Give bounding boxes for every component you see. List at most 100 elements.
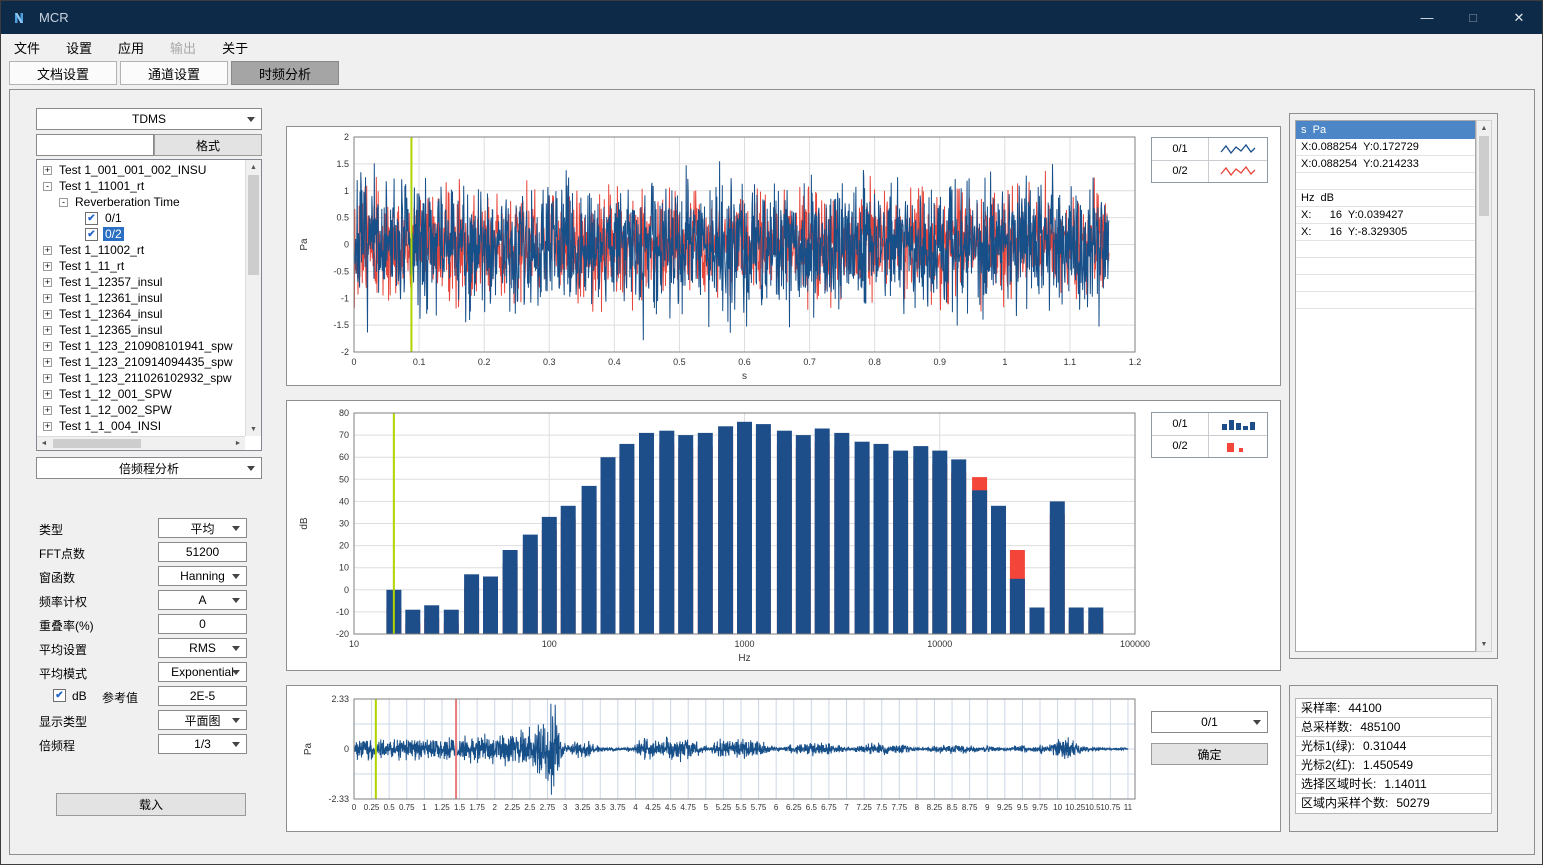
tree-item[interactable]: +Test 1_12361_insul: [37, 290, 245, 306]
readout-row[interactable]: [1296, 258, 1475, 275]
confirm-button[interactable]: 确定: [1151, 743, 1268, 765]
select-display-type[interactable]: 平面图: [158, 710, 247, 730]
load-button[interactable]: 载入: [56, 793, 246, 816]
svg-text:2: 2: [492, 803, 497, 812]
svg-text:2.5: 2.5: [524, 803, 536, 812]
tree-item[interactable]: +Test 1_001_001_002_INSU: [37, 162, 245, 178]
select-average-mode[interactable]: Exponential: [158, 662, 247, 682]
select-window-function[interactable]: Hanning: [158, 566, 247, 586]
tree-item-label: Test 1_123_210914094435_spw: [57, 355, 234, 369]
readout-row[interactable]: Hz dB: [1296, 190, 1475, 207]
tree-expander-icon[interactable]: +: [43, 278, 52, 287]
readout-row[interactable]: X:0.088254 Y:0.172729: [1296, 139, 1475, 156]
tree-item[interactable]: +Test 1_123_211026102932_spw: [37, 370, 245, 386]
checkbox[interactable]: ✔: [85, 228, 98, 241]
db-checkbox[interactable]: ✔: [53, 689, 66, 702]
tree-vertical-scrollbar[interactable]: ▲ ▼: [245, 160, 261, 436]
tree-expander-icon[interactable]: +: [43, 374, 52, 383]
tree-filter-input[interactable]: [36, 134, 154, 156]
readout-row[interactable]: X: 16 Y:0.039427: [1296, 207, 1475, 224]
readout-row[interactable]: X:0.088254 Y:0.214233: [1296, 156, 1475, 173]
readout-row[interactable]: X: 16 Y:-8.329305: [1296, 224, 1475, 241]
checkbox[interactable]: ✔: [85, 212, 98, 225]
tree-expander-icon[interactable]: -: [43, 182, 52, 191]
tree-item[interactable]: ✔0/2: [37, 226, 245, 242]
menu-item-file[interactable]: 文件: [1, 34, 53, 60]
scrollbar-thumb[interactable]: [53, 439, 141, 448]
tree-expander-icon[interactable]: +: [43, 390, 52, 399]
svg-text:-20: -20: [336, 629, 349, 639]
readout-row[interactable]: [1296, 173, 1475, 190]
tree-item[interactable]: ✔0/1: [37, 210, 245, 226]
svg-text:-2.33: -2.33: [328, 794, 349, 804]
tab-channel-settings[interactable]: 通道设置: [120, 61, 228, 85]
form-label: 频率计权: [39, 593, 87, 610]
tree-expander-icon[interactable]: +: [43, 422, 52, 431]
scroll-down-icon[interactable]: ▼: [1477, 637, 1491, 651]
tree-expander-icon[interactable]: +: [43, 406, 52, 415]
tree-expander-icon[interactable]: +: [43, 326, 52, 335]
select-frequency-weighting[interactable]: A: [158, 590, 247, 610]
tree-expander-icon[interactable]: -: [59, 198, 68, 207]
menu-item-apply[interactable]: 应用: [105, 34, 157, 60]
scroll-up-icon[interactable]: ▲: [1477, 121, 1491, 135]
maximize-button[interactable]: □: [1450, 1, 1496, 34]
tree-expander-icon[interactable]: +: [43, 294, 52, 303]
tree-item[interactable]: +Test 1_12_001_SPW: [37, 386, 245, 402]
readout-header[interactable]: s Pa: [1296, 121, 1475, 139]
tree-item[interactable]: -Test 1_11001_rt: [37, 178, 245, 194]
tree-item[interactable]: +Test 1_11002_rt: [37, 242, 245, 258]
tree-item[interactable]: +Test 1_1_004_INSI: [37, 418, 245, 434]
readout-row[interactable]: [1296, 292, 1475, 309]
analysis-type-select[interactable]: 倍频程分析: [36, 457, 262, 479]
menu-item-settings[interactable]: 设置: [53, 34, 105, 60]
format-button[interactable]: 格式: [154, 134, 262, 156]
tree-item[interactable]: +Test 1_12_002_SPW: [37, 402, 245, 418]
tab-document-settings[interactable]: 文档设置: [9, 61, 117, 85]
scrollbar-thumb[interactable]: [1479, 136, 1489, 216]
scroll-left-icon[interactable]: ◄: [37, 437, 51, 450]
tree-item[interactable]: +Test 1_123_210908101941_spw: [37, 338, 245, 354]
tree-item[interactable]: +Test 1_12364_insul: [37, 306, 245, 322]
tree-item[interactable]: +Test 1_12365_insul: [37, 322, 245, 338]
db-checkbox-label: dB: [72, 689, 87, 703]
info-label: 光标2(红):: [1301, 756, 1355, 774]
select-type[interactable]: 平均: [158, 518, 247, 538]
tree-expander-icon[interactable]: +: [43, 310, 52, 319]
select-octave[interactable]: 1/3: [158, 734, 247, 754]
tree-item[interactable]: +Test 1_12357_insul: [37, 274, 245, 290]
tree-expander-icon[interactable]: +: [43, 166, 52, 175]
scrollbar-thumb[interactable]: [248, 175, 259, 275]
form-label: 倍频程: [39, 737, 75, 754]
input-overlap-percent[interactable]: [158, 614, 247, 634]
file-format-select[interactable]: TDMS: [36, 108, 262, 130]
tree-horizontal-scrollbar[interactable]: ◄ ►: [37, 436, 245, 450]
tree-item[interactable]: -Reverberation Time: [37, 194, 245, 210]
minimize-button[interactable]: —: [1404, 1, 1450, 34]
input-fft-points[interactable]: [158, 542, 247, 562]
close-button[interactable]: ✕: [1496, 1, 1542, 34]
tree-expander-icon[interactable]: +: [43, 262, 52, 271]
tree-expander-icon[interactable]: +: [43, 342, 52, 351]
svg-text:0.7: 0.7: [803, 357, 816, 367]
tree-item-label: Test 1_11_rt: [57, 259, 126, 273]
tab-time-frequency-analysis[interactable]: 时频分析: [231, 61, 339, 85]
overview-channel-select[interactable]: 0/1: [1151, 711, 1268, 733]
readout-vertical-scrollbar[interactable]: ▲ ▼: [1476, 120, 1492, 652]
menu-item-about[interactable]: 关于: [209, 34, 261, 60]
form-label: 显示类型: [39, 713, 87, 730]
svg-text:1.1: 1.1: [1064, 357, 1077, 367]
tree-expander-icon[interactable]: +: [43, 246, 52, 255]
tree-item[interactable]: + Test 1_123_210914094435_spw: [37, 354, 245, 370]
legend-icon: [1208, 161, 1267, 183]
input-db-reference[interactable]: [158, 686, 247, 706]
tree-item[interactable]: + Test 1_11_rt: [37, 258, 245, 274]
scroll-down-icon[interactable]: ▼: [246, 422, 261, 436]
select-average-setting[interactable]: RMS: [158, 638, 247, 658]
readout-row[interactable]: [1296, 241, 1475, 258]
scroll-right-icon[interactable]: ►: [231, 437, 245, 450]
tree-expander-icon[interactable]: +: [43, 358, 52, 367]
svg-text:5.5: 5.5: [735, 803, 747, 812]
scroll-up-icon[interactable]: ▲: [246, 160, 261, 174]
readout-row[interactable]: [1296, 275, 1475, 292]
